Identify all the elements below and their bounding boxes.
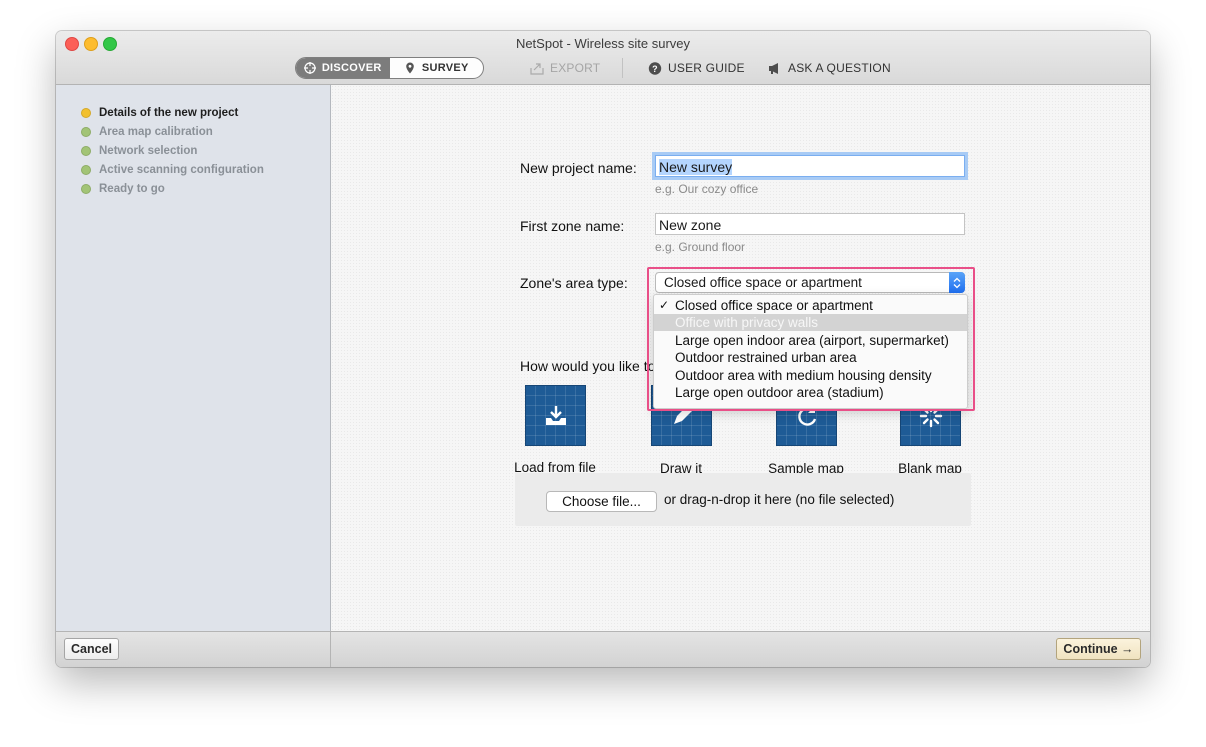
choose-file-button[interactable]: Choose file... [546,491,657,512]
step-dot [81,184,91,194]
step-label: Network selection [99,145,198,157]
step-dot [81,146,91,156]
area-type-label: Zone's area type: [520,275,628,291]
discover-tab[interactable]: DISCOVER [296,58,390,78]
load-from-file-tile[interactable] [525,385,586,446]
step-label: Ready to go [99,183,165,195]
project-name-input[interactable]: New survey [655,155,965,177]
mode-segmented-control: DISCOVER SURVEY [295,57,484,79]
zone-name-label: First zone name: [520,218,625,234]
drop-hint-text: or drag-n-drop it here (no file selected… [664,492,895,507]
export-label: EXPORT [550,61,601,75]
zone-name-value: New zone [659,217,722,233]
zone-name-hint: e.g. Ground floor [655,240,746,254]
step-details: Details of the new project [81,107,238,119]
cancel-button[interactable]: Cancel [64,638,119,660]
step-label: Area map calibration [99,126,213,138]
survey-tab[interactable]: SURVEY [390,58,484,78]
project-name-label: New project name: [520,160,637,176]
step-label: Active scanning configuration [99,164,264,176]
step-network-selection: Network selection [81,145,197,157]
user-guide-button[interactable]: ? USER GUIDE [648,61,745,75]
map-source-question: How would you like to [520,358,656,374]
annotation-highlight-frame [647,267,975,411]
title-toolbar: NetSpot - Wireless site survey DISCOVER … [56,31,1150,85]
crosshair-icon [303,62,316,74]
file-drop-zone[interactable]: Choose file... or drag-n-drop it here (n… [515,473,971,526]
app-window: NetSpot - Wireless site survey DISCOVER … [56,31,1150,667]
help-circle-icon: ? [648,61,662,75]
step-dot [81,127,91,137]
map-pin-icon [406,62,414,74]
step-active-scanning: Active scanning configuration [81,164,264,176]
window-title: NetSpot - Wireless site survey [515,36,691,51]
step-calibration: Area map calibration [81,126,213,138]
main-form-area: New project name: New survey e.g. Our co… [331,85,1150,631]
download-tray-icon [545,405,566,425]
step-ready: Ready to go [81,183,165,195]
project-name-hint: e.g. Our cozy office [655,182,759,196]
zone-name-input[interactable]: New zone [655,213,965,235]
bottom-divider [330,632,331,667]
step-current-dot [81,108,91,118]
discover-tab-label: DISCOVER [321,62,382,74]
ask-question-label: ASK A QUESTION [788,61,891,75]
step-label: Details of the new project [99,107,239,119]
bottom-bar: Cancel Continue → [56,631,1150,667]
export-icon [530,62,544,75]
svg-text:?: ? [652,64,658,74]
ask-question-button[interactable]: ASK A QUESTION [768,61,891,75]
step-dot [81,165,91,175]
wizard-sidebar: Details of the new project Area map cali… [56,85,331,631]
survey-tab-label: SURVEY [421,62,469,74]
export-button[interactable]: EXPORT [530,61,600,75]
toolbar-divider [622,58,623,78]
megaphone-icon [769,62,778,74]
continue-button[interactable]: Continue → [1056,638,1141,660]
project-name-value: New survey [659,159,733,175]
user-guide-label: USER GUIDE [668,61,745,75]
